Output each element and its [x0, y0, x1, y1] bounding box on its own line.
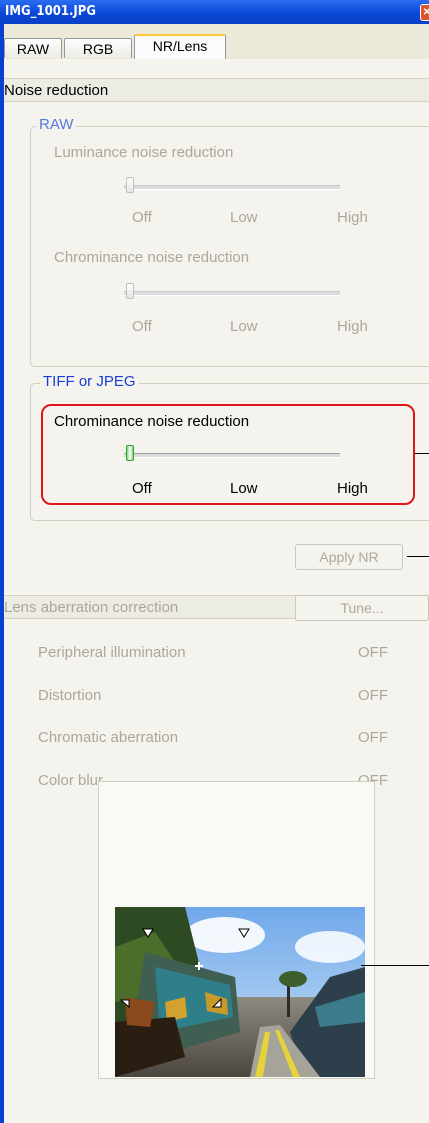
tab-strip: RAW RGB NR/Lens	[4, 34, 429, 69]
raw-group-legend: RAW	[36, 116, 77, 133]
luminance-nr-track	[124, 185, 340, 190]
lens-value-chromatic-aberration: OFF	[358, 729, 388, 746]
lens-value-distortion: OFF	[358, 687, 388, 704]
raw-chrominance-tick-high: High	[337, 318, 368, 335]
crosshair-icon	[195, 962, 203, 970]
apply-nr-leader-line	[407, 556, 429, 557]
tiff-chrominance-tick-low: Low	[230, 480, 258, 497]
preview-image[interactable]	[115, 907, 365, 1077]
tab-nr-lens[interactable]: NR/Lens	[134, 34, 226, 59]
lens-item-distortion: Distortion	[38, 687, 102, 704]
lens-value-peripheral-illumination: OFF	[358, 644, 388, 661]
noise-reduction-header: Noise reduction	[4, 78, 429, 102]
tiff-chrominance-tick-off: Off	[132, 480, 152, 497]
luminance-tick-high: High	[337, 209, 368, 226]
raw-chrominance-nr-label: Chrominance noise reduction	[54, 249, 250, 266]
raw-chrominance-nr-track	[124, 291, 340, 296]
raw-chrominance-tick-low: Low	[230, 318, 258, 335]
preview-leader-line	[361, 965, 429, 966]
title-bar[interactable]: IMG_1001.JPG ✕	[0, 0, 429, 24]
apply-nr-button[interactable]: Apply NR	[295, 544, 403, 570]
tiff-chrominance-nr-slider[interactable]	[126, 445, 134, 461]
window-client: RAW RGB NR/Lens Noise reduction RAW Lumi…	[4, 24, 429, 1123]
corner-marker-icon	[119, 928, 250, 1009]
tiff-chrominance-tick-high: High	[337, 480, 368, 497]
lens-item-peripheral-illumination: Peripheral illumination	[38, 644, 186, 661]
callout-leader-line	[415, 453, 429, 454]
raw-chrominance-tick-off: Off	[132, 318, 152, 335]
tune-button[interactable]: Tune...	[295, 595, 429, 621]
app-window: IMG_1001.JPG ✕ RAW RGB NR/Lens Noise red…	[0, 0, 429, 1123]
lens-item-color-blur: Color blur	[38, 772, 104, 789]
luminance-nr-slider[interactable]	[126, 177, 134, 193]
window-title: IMG_1001.JPG	[5, 4, 96, 19]
luminance-nr-label: Luminance noise reduction	[54, 144, 234, 161]
preview-panel	[98, 781, 375, 1079]
luminance-tick-low: Low	[230, 209, 258, 226]
tab-rgb[interactable]: RGB	[64, 38, 132, 58]
tiff-chrominance-nr-label: Chrominance noise reduction	[54, 413, 250, 430]
raw-chrominance-nr-slider[interactable]	[126, 283, 134, 299]
lens-item-chromatic-aberration: Chromatic aberration	[38, 729, 179, 746]
tiff-chrominance-nr-track	[124, 453, 340, 458]
luminance-tick-off: Off	[132, 209, 152, 226]
tab-raw[interactable]: RAW	[4, 38, 62, 58]
nr-lens-pane: Noise reduction RAW Luminance noise redu…	[4, 59, 429, 1123]
close-icon[interactable]: ✕	[420, 4, 429, 21]
tiff-jpeg-group-legend: TIFF or JPEG	[40, 373, 139, 390]
